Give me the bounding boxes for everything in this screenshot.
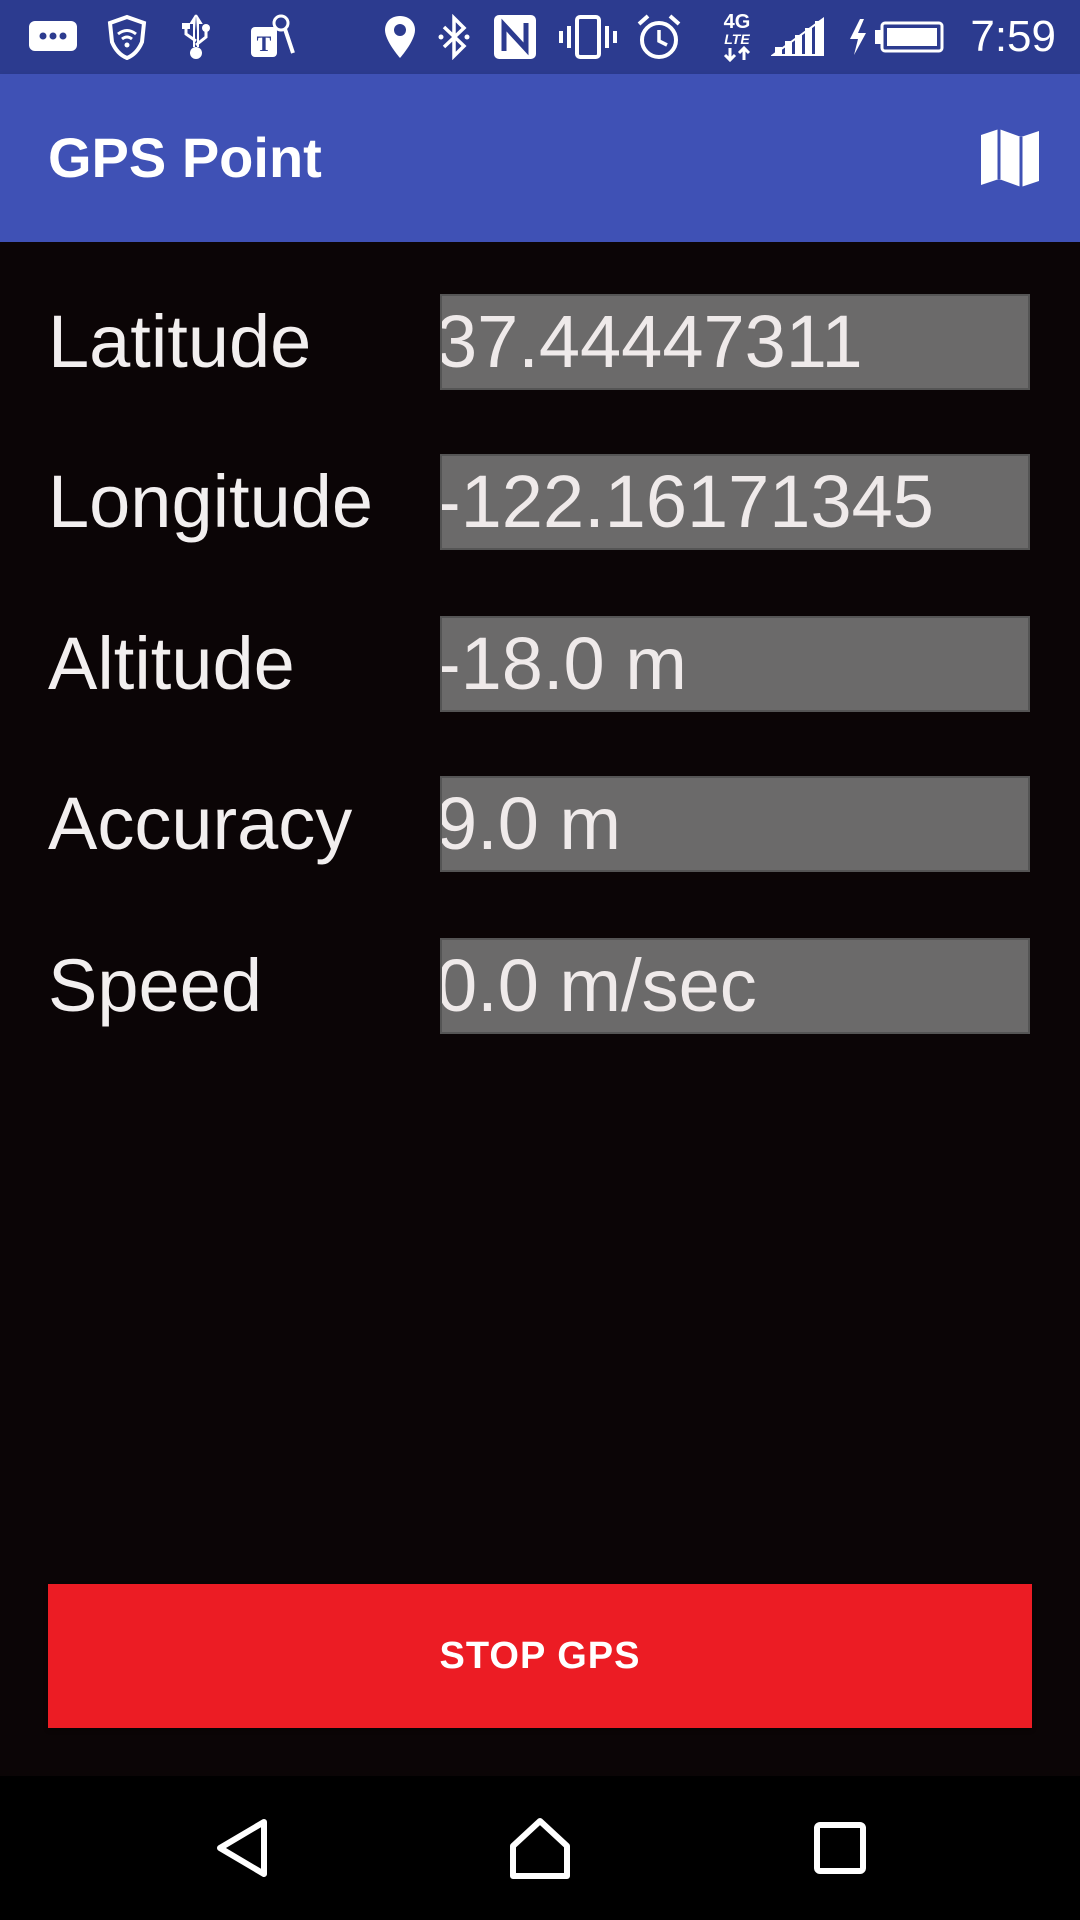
bluetooth-icon — [434, 10, 474, 64]
home-icon — [510, 1818, 570, 1879]
app-bar: GPS Point — [0, 74, 1080, 242]
accuracy-label: Accuracy — [48, 782, 353, 865]
vibrate-icon — [558, 10, 618, 64]
longitude-value: -122.16171345 — [440, 454, 1030, 550]
network-subtype-label: LTE — [724, 31, 750, 47]
speed-label: Speed — [48, 944, 262, 1027]
location-icon — [380, 10, 420, 64]
back-icon — [217, 1819, 267, 1877]
altitude-label: Altitude — [48, 622, 295, 705]
home-button[interactable] — [490, 1798, 590, 1898]
latitude-value: 37.44447311 — [440, 294, 1030, 390]
speed-row: Speed 0.0 m/sec — [0, 938, 1080, 1034]
status-clock: 7:59 — [970, 12, 1056, 61]
navigation-bar — [0, 1776, 1080, 1920]
usb-icon — [176, 10, 216, 64]
svg-text:T: T — [257, 31, 272, 56]
status-bar: T 4G LTE 7:59 — [0, 0, 1080, 74]
accuracy-value: 9.0 m — [440, 776, 1030, 872]
alarm-icon — [634, 10, 684, 64]
latitude-label: Latitude — [48, 300, 312, 383]
altitude-row: Altitude -18.0 m — [0, 616, 1080, 712]
content-area: Latitude 37.44447311 Longitude -122.1617… — [0, 242, 1080, 1776]
altitude-value: -18.0 m — [440, 616, 1030, 712]
map-button[interactable] — [970, 118, 1050, 198]
cell-signal-icon — [770, 10, 826, 64]
latitude-row: Latitude 37.44447311 — [0, 294, 1080, 390]
recents-icon — [814, 1822, 866, 1874]
stop-gps-button[interactable]: STOP GPS — [48, 1584, 1032, 1728]
4g-lte-icon: 4G LTE — [712, 10, 762, 64]
security-shield-icon — [104, 10, 150, 64]
map-icon — [981, 129, 1039, 187]
recents-button[interactable] — [790, 1798, 890, 1898]
back-button[interactable] — [192, 1798, 292, 1898]
accuracy-row: Accuracy 9.0 m — [0, 776, 1080, 872]
tmobile-keys-icon: T — [246, 10, 298, 64]
messages-icon — [24, 10, 82, 64]
longitude-row: Longitude -122.16171345 — [0, 454, 1080, 550]
nfc-icon — [490, 10, 540, 64]
battery-charging-icon — [846, 10, 950, 64]
app-title: GPS Point — [48, 126, 322, 189]
longitude-label: Longitude — [48, 460, 374, 543]
network-type-label: 4G — [723, 11, 751, 33]
speed-value: 0.0 m/sec — [440, 938, 1030, 1034]
